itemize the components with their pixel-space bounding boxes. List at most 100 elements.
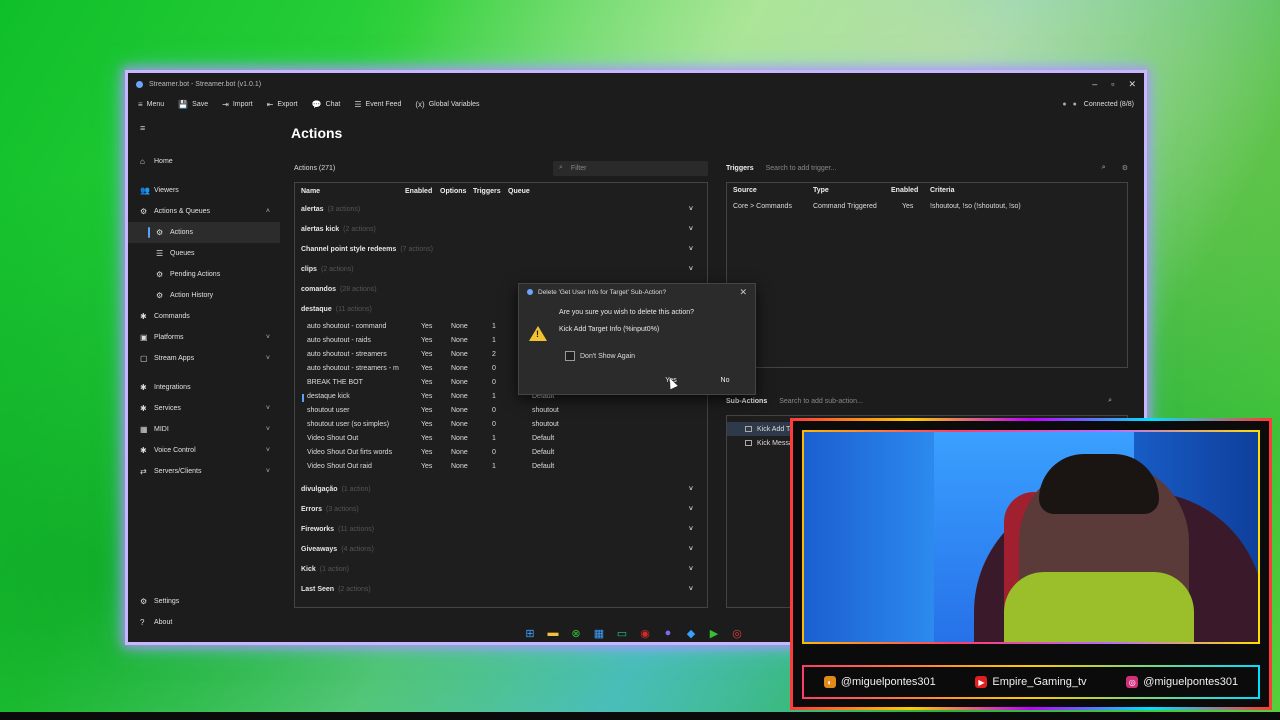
- col-enabled[interactable]: Enabled: [891, 187, 918, 194]
- chevron-down-icon[interactable]: ˅: [689, 586, 693, 593]
- trigger-search-input[interactable]: Search to add trigger... ⌕ ⚙: [766, 161, 1128, 176]
- sidebar-item-viewers[interactable]: 👥 Viewers: [128, 180, 280, 201]
- close-window-button[interactable]: ✕: [1128, 79, 1136, 90]
- sidebar-item-queues[interactable]: ☰ Queues: [128, 243, 280, 264]
- action-group[interactable]: Giveaways (4 actions) ˅: [295, 539, 707, 559]
- action-group[interactable]: Channel point style redeems (7 actions) ˅: [295, 239, 707, 259]
- menu-import-button[interactable]: ⇥ Import: [222, 100, 253, 109]
- cell-name: auto shoutout - streamers: [307, 350, 387, 358]
- sidebar-item-commands[interactable]: ✱ Commands: [128, 306, 280, 327]
- filter-input[interactable]: ⌕ Filter: [553, 160, 708, 176]
- table-row[interactable]: shoutout user Yes None 0 shoutout: [295, 403, 707, 417]
- no-button[interactable]: No: [703, 372, 747, 388]
- menu-save-button[interactable]: 💾 Save: [178, 100, 208, 109]
- sidebar-item-settings[interactable]: ⚙ Settings: [128, 591, 280, 612]
- chevron-down-icon[interactable]: ˅: [689, 226, 693, 233]
- sidebar-item-servers-clients[interactable]: ⇄ Servers/Clients ˅: [128, 461, 280, 482]
- folder-icon[interactable]: ▬: [546, 626, 560, 640]
- user-profile[interactable]: empire_gaming_tv ⚙: [128, 642, 280, 645]
- connection-status[interactable]: ● ● Connected (8/8): [1062, 101, 1134, 108]
- streamerbot-icon[interactable]: ◆: [684, 626, 698, 640]
- trigger-type: Command Triggered: [813, 203, 877, 210]
- windows-icon[interactable]: ⊞: [523, 626, 537, 640]
- chevron-down-icon[interactable]: ˅: [689, 206, 693, 213]
- table-row[interactable]: Video Shout Out firts words Yes None 0 Defau…: [295, 445, 707, 459]
- social-instagram: ◎ @miguelpontes301: [1126, 676, 1238, 688]
- chevron-down-icon[interactable]: ˅: [689, 246, 693, 253]
- close-icon[interactable]: ✕: [739, 287, 747, 298]
- chevron-down-icon[interactable]: ˅: [689, 546, 693, 553]
- col-enabled[interactable]: Enabled: [405, 188, 432, 195]
- chevron-down-icon[interactable]: ˅: [689, 506, 693, 513]
- maximize-button[interactable]: ▫: [1111, 79, 1114, 90]
- action-group[interactable]: Last Seen (2 actions) ˅: [295, 579, 707, 599]
- play-icon[interactable]: ▶: [707, 626, 721, 640]
- col-criteria[interactable]: Criteria: [930, 187, 955, 194]
- chevron-icon[interactable]: ˅: [266, 334, 270, 341]
- action-group[interactable]: Fireworks (11 actions) ˅: [295, 519, 707, 539]
- table-row[interactable]: Core > Commands Command Triggered Yes !s…: [727, 199, 1127, 213]
- calendar-icon[interactable]: ▦: [592, 626, 606, 640]
- sidebar-item-pending-actions[interactable]: ⚙ Pending Actions: [128, 264, 280, 285]
- table-row[interactable]: shoutout user (so simples) Yes None 0 shouto…: [295, 417, 707, 431]
- hamburger-icon[interactable]: ≡: [140, 123, 280, 133]
- table-row[interactable]: Video Shout Out Yes None 1 Default: [295, 431, 707, 445]
- sidebar-item-home[interactable]: ⌂ Home: [128, 151, 280, 172]
- discord-icon[interactable]: ●: [661, 626, 675, 640]
- sidebar-item-actions[interactable]: ⚙ Actions: [128, 222, 280, 243]
- sidebar-item-action-history[interactable]: ⚙ Action History: [128, 285, 280, 306]
- action-group[interactable]: alertas (3 actions) ˅: [295, 199, 707, 219]
- sidebar-item-midi[interactable]: ▦ MIDI ˅: [128, 419, 280, 440]
- action-group[interactable]: Kick (1 action) ˅: [295, 559, 707, 579]
- record-icon[interactable]: ◉: [638, 626, 652, 640]
- sidebar-item-about[interactable]: ? About: [128, 612, 280, 633]
- checkbox-box[interactable]: [565, 351, 575, 361]
- col-type[interactable]: Type: [813, 187, 829, 194]
- chevron-icon[interactable]: ˅: [266, 405, 270, 412]
- chevron-icon[interactable]: ˄: [266, 208, 270, 215]
- action-group[interactable]: clips (2 actions) ˅: [295, 259, 707, 279]
- menu-export-button[interactable]: ⇤ Export: [267, 100, 298, 109]
- col-triggers[interactable]: Triggers: [473, 188, 501, 195]
- cell-triggers: 1: [492, 336, 496, 344]
- cell-triggers: 0: [492, 364, 496, 372]
- menu-menu-button[interactable]: ≡ Menu: [138, 100, 164, 109]
- search-icon: ⌕: [1108, 397, 1112, 404]
- sidebar-item-stream-apps[interactable]: ▢ Stream Apps ˅: [128, 348, 280, 369]
- menu-chat-button[interactable]: 💬 Chat: [312, 100, 341, 109]
- event-feed-icon: ☰: [354, 99, 362, 109]
- chrome-icon[interactable]: ◎: [730, 626, 744, 640]
- col-source[interactable]: Source: [733, 187, 757, 194]
- menu-event-feed-button[interactable]: ☰ Event Feed: [354, 100, 401, 109]
- action-group[interactable]: Errors (3 actions) ˅: [295, 499, 707, 519]
- chevron-icon[interactable]: ˅: [266, 355, 270, 362]
- webcam-overlay: ◐ @miguelpontes301 ▶ Empire_Gaming_tv ◎ @migu…: [790, 418, 1272, 710]
- sidebar-item-integrations[interactable]: ✱ Integrations: [128, 377, 280, 398]
- chevron-down-icon[interactable]: ˅: [689, 566, 693, 573]
- xbox-icon[interactable]: ⊗: [569, 626, 583, 640]
- menu-global-variables-button[interactable]: (x) Global Variables: [415, 100, 479, 109]
- action-group[interactable]: alertas kick (2 actions) ˅: [295, 219, 707, 239]
- dont-show-again-checkbox[interactable]: Don't Show Again: [565, 351, 635, 361]
- chevron-down-icon[interactable]: ˅: [689, 526, 693, 533]
- chevron-icon[interactable]: ˅: [266, 426, 270, 433]
- chevron-icon[interactable]: ˅: [266, 447, 270, 454]
- col-name[interactable]: Name: [301, 188, 320, 195]
- chevron-down-icon[interactable]: ˅: [689, 486, 693, 493]
- minimize-button[interactable]: –: [1092, 79, 1097, 90]
- chevron-icon[interactable]: ˅: [266, 468, 270, 475]
- subaction-search-input[interactable]: Search to add sub-action... ⌕: [779, 394, 1128, 409]
- table-row[interactable]: Video Shout Out raid Yes None 1 Default: [295, 459, 707, 473]
- menu-label: Export: [277, 100, 298, 108]
- col-queue[interactable]: Queue: [508, 188, 530, 195]
- sidebar: ≡ ⌂ Home 👥 Viewers ⚙ Actions & Queues ˄ ⚙ Action…: [128, 117, 280, 642]
- sidebar-item-services[interactable]: ✱ Services ˅: [128, 398, 280, 419]
- sidebar-item-actions-queues[interactable]: ⚙ Actions & Queues ˄: [128, 201, 280, 222]
- settings-icon[interactable]: ⚙: [1122, 164, 1128, 172]
- terminal-icon[interactable]: ▭: [615, 626, 629, 640]
- action-group[interactable]: divulgação (1 action) ˅: [295, 479, 707, 499]
- col-options[interactable]: Options: [440, 188, 466, 195]
- sidebar-item-voice-control[interactable]: ✱ Voice Control ˅: [128, 440, 280, 461]
- sidebar-item-platforms[interactable]: ▣ Platforms ˅: [128, 327, 280, 348]
- chevron-down-icon[interactable]: ˅: [689, 266, 693, 273]
